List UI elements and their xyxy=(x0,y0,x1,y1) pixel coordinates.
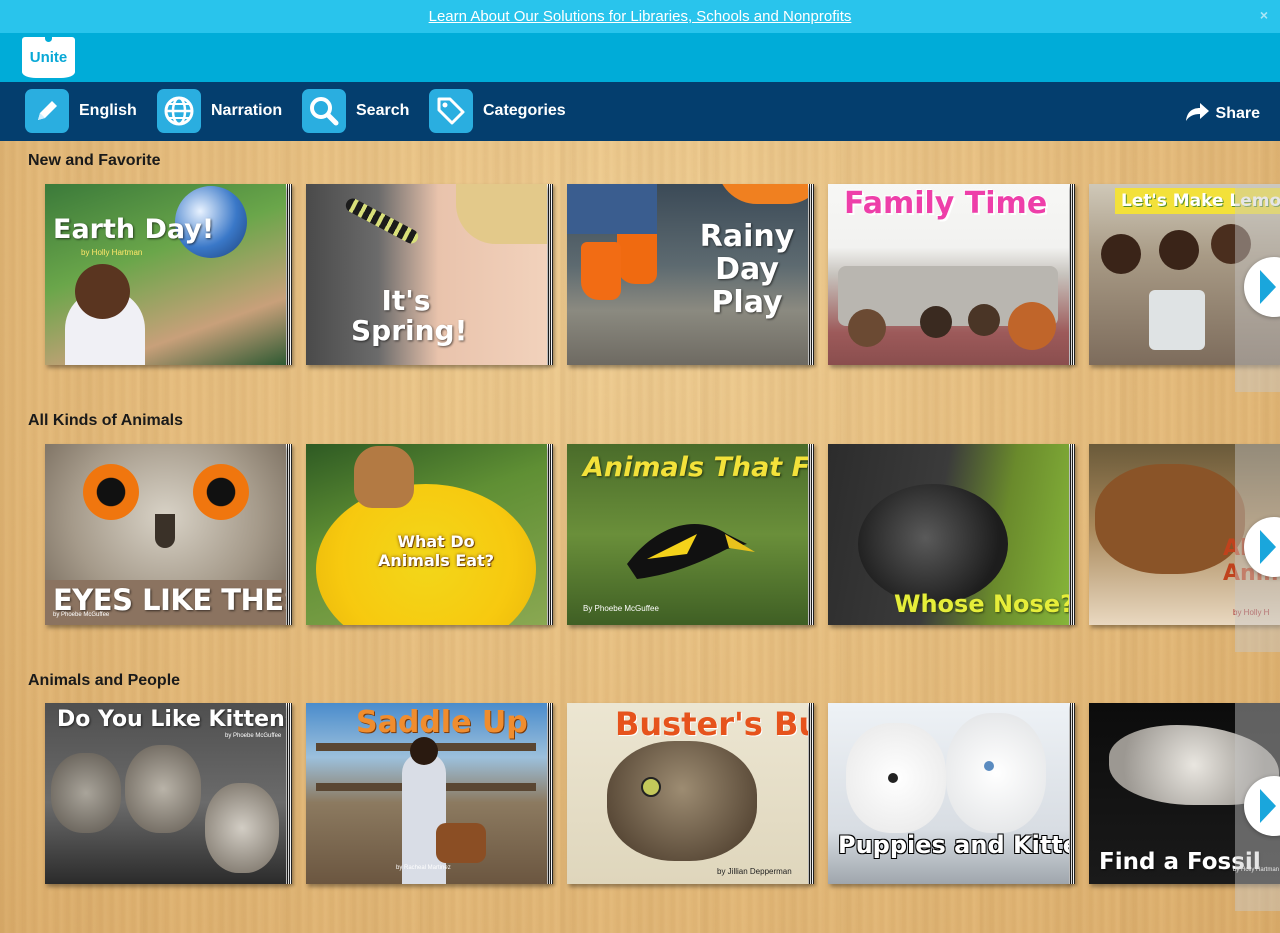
hornbill-illustration xyxy=(627,524,755,579)
main-nav: English Narration Search Categories Shar… xyxy=(0,82,1280,141)
nav-language-button[interactable]: English xyxy=(25,89,137,133)
book-do-you-like-kittens[interactable]: Do You Like Kittens? by Phoebe McGuffee xyxy=(45,703,286,884)
brand-bar: Unite xyxy=(0,33,1280,82)
book-family-time[interactable]: Family Time xyxy=(828,184,1069,365)
book-puppies-and-kittens[interactable]: Puppies and Kittens xyxy=(828,703,1069,884)
nav-search-label: Search xyxy=(356,102,410,119)
shelf-all-kinds-of-animals: EYES LIKE THESE by Phoebe McGuffee What … xyxy=(0,444,1280,625)
book-saddle-up[interactable]: Saddle Up by Racheal Martinez xyxy=(306,703,547,884)
close-icon[interactable]: × xyxy=(1260,7,1268,23)
nav-categories-button[interactable]: Categories xyxy=(429,89,566,133)
book-whose-nose[interactable]: Whose Nose? xyxy=(828,444,1069,625)
book-busters-busy-day[interactable]: Buster's Busy Day by Jillian Depperman xyxy=(567,703,808,884)
promo-link[interactable]: Learn About Our Solutions for Libraries,… xyxy=(429,8,852,25)
promo-banner: Learn About Our Solutions for Libraries,… xyxy=(0,0,1280,33)
book-title: What Do Animals Eat? xyxy=(378,532,494,570)
book-title: Saddle Up xyxy=(356,705,528,740)
book-author: by Jillian Depperman xyxy=(717,867,792,876)
section-title-all-kinds-of-animals: All Kinds of Animals xyxy=(28,412,183,429)
book-title: Buster's Busy Day xyxy=(615,705,808,743)
book-animals-that-fly[interactable]: Animals That Fly By Phoebe McGuffee xyxy=(567,444,808,625)
nav-narration-label: Narration xyxy=(211,102,283,119)
book-author: By Phoebe McGuffee xyxy=(583,604,659,613)
book-author: by Holly Hartman xyxy=(81,248,143,257)
pencil-icon xyxy=(25,89,69,133)
globe-icon xyxy=(157,89,201,133)
book-title: Puppies and Kittens xyxy=(838,831,1069,859)
search-icon xyxy=(302,89,346,133)
book-title: Whose Nose? xyxy=(894,590,1069,618)
share-label: Share xyxy=(1215,104,1260,122)
book-title: Animals That Fly xyxy=(583,452,808,483)
unite-logo[interactable]: Unite xyxy=(22,37,75,78)
book-title: Family Time xyxy=(844,186,1048,221)
nav-categories-label: Categories xyxy=(483,102,566,119)
share-button[interactable]: Share xyxy=(1184,100,1260,127)
book-title: Earth Day! xyxy=(53,214,215,245)
book-title: It's Spring! xyxy=(351,284,468,347)
book-author: by Phoebe McGuffee xyxy=(225,733,282,739)
book-its-spring[interactable]: It's Spring! xyxy=(306,184,547,365)
section-title-animals-and-people: Animals and People xyxy=(28,672,181,689)
book-earth-day[interactable]: Earth Day! by Holly Hartman xyxy=(45,184,286,365)
nav-language-label: English xyxy=(79,102,137,119)
nav-narration-button[interactable]: Narration xyxy=(157,89,282,133)
book-author: by Phoebe McGuffee xyxy=(53,612,110,618)
book-eyes-like-these[interactable]: EYES LIKE THESE by Phoebe McGuffee xyxy=(45,444,286,625)
share-arrow-icon xyxy=(1184,100,1210,127)
book-author: by Racheal Martinez xyxy=(396,865,451,871)
book-title: Do You Like Kittens? xyxy=(57,707,286,732)
nav-search-button[interactable]: Search xyxy=(302,89,409,133)
tags-icon xyxy=(429,89,473,133)
book-what-do-animals-eat[interactable]: What Do Animals Eat? xyxy=(306,444,547,625)
book-rainy-day-play[interactable]: Rainy Day Play xyxy=(567,184,808,365)
shelf-animals-and-people: Do You Like Kittens? by Phoebe McGuffee … xyxy=(0,703,1280,884)
book-title: Rainy Day Play xyxy=(699,219,795,320)
shelf-new-and-favorite: Earth Day! by Holly Hartman It's Spring!… xyxy=(0,184,1280,365)
section-title-new-and-favorite: New and Favorite xyxy=(28,152,161,169)
